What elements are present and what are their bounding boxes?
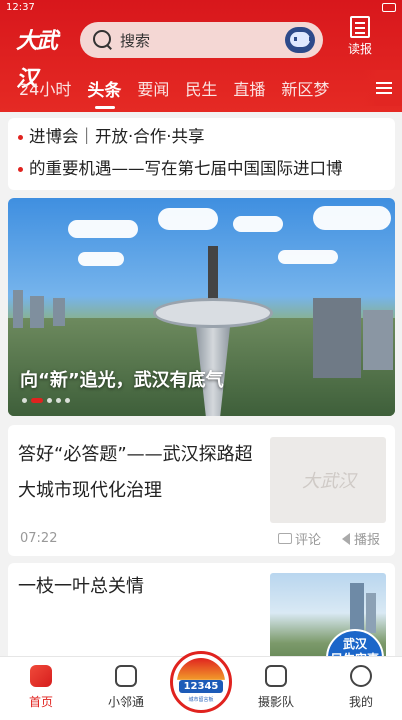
app-header: 12:37 大武汉 搜索 读报 24小时 头条 要闻 民生 直播 新区梦 [0, 0, 402, 112]
broadcast-button[interactable]: 播报 [342, 529, 380, 548]
bullet-icon [18, 135, 23, 140]
app-logo[interactable]: 大武汉 [16, 22, 70, 92]
speaker-icon [342, 532, 350, 545]
tab-24h[interactable]: 24小时 [19, 76, 71, 100]
status-time: 12:37 [6, 2, 35, 13]
banner-building [53, 298, 65, 326]
carousel-dot[interactable] [56, 398, 61, 403]
tab-new-district[interactable]: 新区梦 [281, 76, 329, 100]
channel-tabs: 24小时 头条 要闻 民生 直播 新区梦 [0, 70, 402, 109]
nav-photo-team[interactable]: 摄影队 [246, 665, 306, 710]
bullet-icon [18, 167, 23, 172]
banner-building [363, 310, 393, 370]
thumbnail-placeholder-logo: 大武汉 [302, 471, 356, 492]
news-ticker: 进博会｜开放·合作·共享 的重要机遇——写在第七届中国国际进口博 [8, 118, 395, 190]
banner-tower [153, 246, 273, 416]
nav-home-label: 首页 [28, 695, 53, 709]
nav-photo-team-label: 摄影队 [257, 695, 294, 709]
banner-cloud [278, 250, 338, 264]
banner-cloud [78, 252, 124, 266]
read-newspaper-label: 读报 [347, 42, 372, 56]
banner-title[interactable]: 向“新”追光，武汉有底气 [20, 366, 224, 392]
nav-profile[interactable]: 我的 [331, 665, 391, 710]
ticker-item[interactable]: 进博会｜开放·合作·共享 [18, 124, 388, 150]
comment-label: 评论 [295, 533, 322, 548]
banner-cloud [68, 220, 138, 238]
read-newspaper-button[interactable]: 读报 [340, 16, 380, 62]
ai-assistant-icon[interactable] [285, 27, 315, 53]
thumbnail-building [350, 583, 364, 633]
tab-livelihood[interactable]: 民生 [185, 76, 217, 100]
nav-neighbor-label: 小邻通 [107, 695, 144, 709]
banner-building [313, 298, 361, 378]
carousel-dot[interactable] [65, 398, 70, 403]
article-time: 07:22 [20, 531, 58, 546]
profile-icon [350, 665, 372, 687]
news-card[interactable]: 答好“必答题”——武汉探路超大城市现代化治理 大武汉 07:22 评论 播报 [8, 425, 395, 556]
tab-important-news[interactable]: 要闻 [137, 76, 169, 100]
banner-building [30, 296, 44, 328]
bottom-navigation: 首页 小邻通 12345 城市留言板 摄影队 我的 [0, 651, 402, 720]
hotline-number: 12345 [179, 680, 223, 693]
photo-team-icon [265, 665, 287, 687]
broadcast-label: 播报 [354, 533, 381, 548]
battery-icon [382, 3, 396, 12]
status-bar: 12:37 [0, 0, 402, 16]
comment-button[interactable]: 评论 [278, 529, 321, 548]
tab-menu-button[interactable] [362, 70, 402, 106]
menu-icon [376, 82, 392, 84]
thumbnail-building [366, 593, 376, 633]
article-title[interactable]: 答好“必答题”——武汉探路超大城市现代化治理 [18, 437, 263, 509]
carousel-dot[interactable] [22, 398, 27, 403]
banner-cloud [233, 216, 283, 232]
banner-cloud [158, 208, 218, 230]
article-title[interactable]: 一枝一叶总关情 [18, 569, 144, 605]
comment-icon [278, 533, 292, 544]
home-icon [30, 665, 52, 687]
neighbor-icon [115, 665, 137, 687]
carousel-dot-active[interactable] [31, 398, 43, 403]
search-icon [92, 29, 114, 51]
tab-live[interactable]: 直播 [233, 76, 265, 100]
tab-headlines[interactable]: 头条 [87, 76, 121, 109]
hotline-subtitle: 城市留言板 [188, 697, 214, 703]
banner-cloud [313, 206, 391, 230]
tower-spire [208, 246, 218, 302]
article-thumbnail[interactable]: 大武汉 [270, 437, 386, 523]
newspaper-icon [350, 16, 370, 38]
featured-banner[interactable]: 向“新”追光，武汉有底气 [8, 198, 395, 416]
carousel-indicator [22, 398, 74, 403]
search-bar[interactable]: 搜索 [80, 22, 323, 58]
carousel-dot[interactable] [47, 398, 52, 403]
nav-home[interactable]: 首页 [11, 665, 71, 710]
hotline-12345-button[interactable]: 12345 城市留言板 [170, 651, 232, 713]
search-placeholder[interactable]: 搜索 [120, 30, 285, 51]
nav-profile-label: 我的 [348, 695, 373, 709]
banner-building [13, 290, 23, 328]
ticker-item[interactable]: 的重要机遇——写在第七届中国国际进口博 [18, 156, 388, 182]
nav-neighbor[interactable]: 小邻通 [96, 665, 156, 710]
tower-top [153, 298, 273, 328]
